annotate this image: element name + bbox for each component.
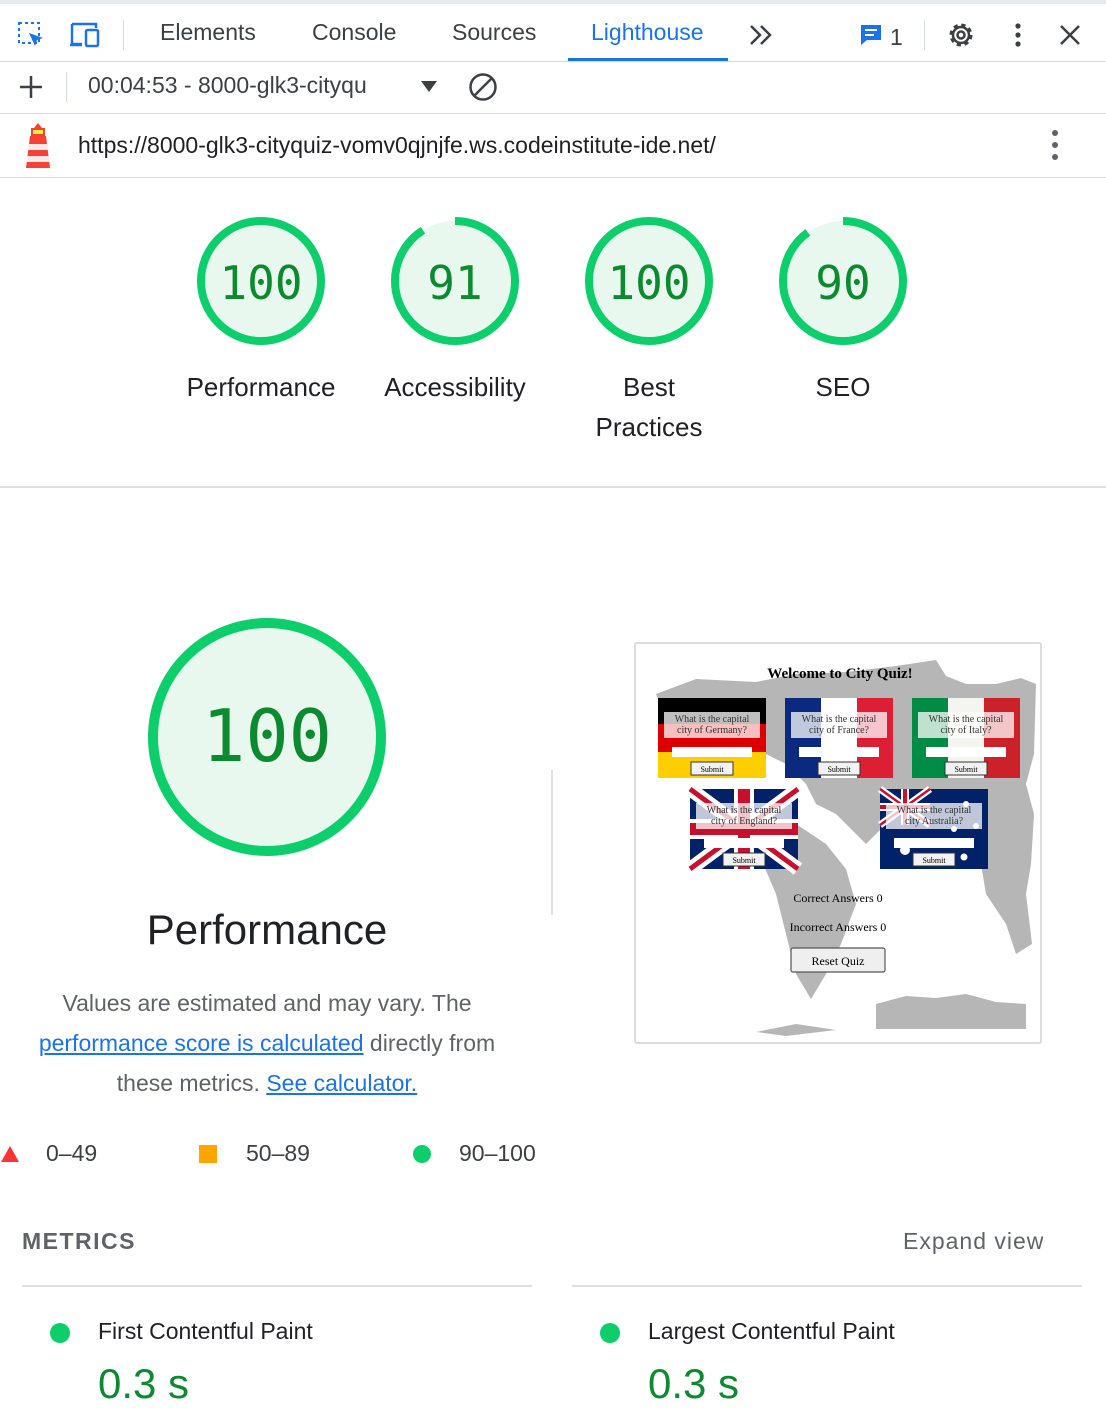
score-calculated-link[interactable]: performance score is calculated bbox=[39, 1030, 364, 1056]
circle-pass-icon bbox=[413, 1145, 431, 1163]
svg-text:What is the capital: What is the capital bbox=[675, 714, 750, 725]
metrics-heading: METRICS bbox=[22, 1228, 136, 1254]
score-gauge-accessibility[interactable]: 91 Accessibility bbox=[355, 215, 555, 407]
gauge-arc-icon: 91 bbox=[391, 217, 519, 345]
expand-view-toggle[interactable]: Expand view bbox=[903, 1228, 1044, 1255]
pass-circle-icon bbox=[50, 1323, 70, 1343]
svg-text:city of England?: city of England? bbox=[711, 816, 778, 827]
pass-circle-icon bbox=[600, 1323, 620, 1343]
final-screenshot[interactable]: Welcome to City Quiz! What is the capita… bbox=[634, 642, 1042, 1044]
device-toolbar-icon[interactable] bbox=[68, 18, 102, 52]
score-gauge-seo[interactable]: 90 SEO bbox=[743, 215, 943, 407]
report-select[interactable]: 00:04:53 - 8000-glk3-cityqu bbox=[88, 72, 410, 99]
new-report-plus-icon[interactable] bbox=[14, 70, 48, 104]
performance-description: Values are estimated and may vary. The p… bbox=[10, 983, 524, 1103]
svg-text:Submit: Submit bbox=[700, 765, 724, 774]
fcp-label: First Contentful Paint bbox=[98, 1318, 313, 1344]
quiz-card-england: What is the capital city of England? Sub… bbox=[685, 783, 803, 875]
gauge-label: Accessibility bbox=[384, 372, 526, 402]
gauge-score: 100 bbox=[607, 256, 690, 310]
svg-text:What is the capital: What is the capital bbox=[897, 805, 972, 816]
svg-text:Submit: Submit bbox=[732, 856, 756, 865]
svg-text:What is the capital: What is the capital bbox=[929, 714, 1004, 725]
correct-answers: Correct Answers 0 bbox=[793, 891, 882, 905]
toolbar-separator bbox=[924, 20, 925, 50]
gauge-arc-icon: 100 bbox=[148, 618, 386, 856]
inspect-element-icon[interactable] bbox=[14, 18, 48, 52]
fcp-value: 0.3 s bbox=[98, 1360, 190, 1407]
quiz-card-italy: What is the capital city of Italy? Submi… bbox=[912, 698, 1020, 778]
quiz-card-france: What is the capital city of France? Subm… bbox=[785, 698, 893, 778]
svg-text:Submit: Submit bbox=[922, 856, 946, 865]
gauge-arc-icon: 90 bbox=[779, 217, 907, 345]
report-url-bar: https://8000-glk3-cityquiz-vomv0qjnjfe.w… bbox=[0, 114, 1106, 178]
gauge-label: Best Practices bbox=[595, 372, 703, 442]
score-gauge-best-practices[interactable]: 100 Best Practices bbox=[549, 215, 749, 447]
svg-text:Submit: Submit bbox=[827, 765, 851, 774]
incorrect-answers: Incorrect Answers 0 bbox=[790, 920, 887, 934]
tab-lighthouse[interactable]: Lighthouse bbox=[568, 4, 728, 61]
more-tabs-icon[interactable] bbox=[744, 18, 778, 52]
quiz-title: Welcome to City Quiz! bbox=[767, 666, 912, 682]
gauge-arc-icon: 100 bbox=[197, 217, 325, 345]
gauge-score: 90 bbox=[815, 256, 870, 310]
triangle-fail-icon bbox=[1, 1146, 19, 1162]
score-gauge-performance[interactable]: 100 Performance bbox=[161, 215, 361, 407]
square-average-icon bbox=[199, 1145, 217, 1163]
gauge-label: SEO bbox=[815, 372, 871, 402]
section-divider bbox=[0, 486, 1106, 488]
lighthouse-toolbar: 00:04:53 - 8000-glk3-cityqu bbox=[0, 62, 1106, 114]
vertical-divider bbox=[551, 770, 553, 915]
toolbar-separator bbox=[66, 72, 67, 102]
metrics-divider bbox=[22, 1285, 532, 1287]
legend-fail-range: 0–49 bbox=[46, 1140, 98, 1166]
settings-gear-icon[interactable] bbox=[944, 18, 978, 52]
see-calculator-link[interactable]: See calculator. bbox=[266, 1070, 417, 1096]
svg-text:city of France?: city of France? bbox=[809, 725, 870, 736]
metrics-divider bbox=[572, 1285, 1082, 1287]
world-map-background-icon: Welcome to City Quiz! What is the capita… bbox=[656, 660, 1036, 1036]
legend-pass-range: 90–100 bbox=[459, 1140, 536, 1166]
issues-icon[interactable] bbox=[854, 18, 888, 52]
quiz-card-germany: What is the capital city of Germany? Sub… bbox=[658, 698, 766, 778]
lcp-value: 0.3 s bbox=[648, 1360, 740, 1407]
devtools-tabbar: Elements Console Sources Lighthouse 1 bbox=[0, 0, 1106, 62]
report-menu-icon[interactable] bbox=[1038, 128, 1072, 162]
gauge-score: 100 bbox=[219, 256, 302, 310]
reset-quiz-button: Reset Quiz bbox=[812, 954, 865, 968]
tab-sources[interactable]: Sources bbox=[444, 4, 544, 61]
tab-elements[interactable]: Elements bbox=[152, 4, 264, 61]
lcp-label: Largest Contentful Paint bbox=[648, 1318, 895, 1344]
description-text: Values are estimated and may vary. The bbox=[62, 990, 472, 1016]
performance-gauge-large: 100 bbox=[145, 615, 389, 864]
svg-text:city of Germany?: city of Germany? bbox=[677, 725, 748, 736]
svg-text:What is the capital: What is the capital bbox=[707, 805, 782, 816]
svg-text:What is the capital: What is the capital bbox=[802, 714, 877, 725]
clear-reports-icon[interactable] bbox=[466, 70, 500, 104]
gauge-label: Performance bbox=[186, 372, 336, 402]
close-devtools-icon[interactable] bbox=[1053, 18, 1087, 52]
legend-average-range: 50–89 bbox=[246, 1140, 310, 1166]
issues-count[interactable]: 1 bbox=[890, 24, 903, 51]
performance-title: Performance bbox=[146, 906, 388, 953]
lighthouse-logo-icon bbox=[22, 122, 54, 175]
toolbar-separator bbox=[123, 20, 124, 50]
svg-text:city of Italy?: city of Italy? bbox=[940, 725, 992, 736]
quiz-card-australia: What is the capital city Australia? Subm… bbox=[877, 786, 988, 869]
gauge-score: 91 bbox=[427, 256, 482, 310]
report-url: https://8000-glk3-cityquiz-vomv0qjnjfe.w… bbox=[78, 132, 716, 158]
more-options-icon[interactable] bbox=[1001, 18, 1035, 52]
gauge-arc-icon: 100 bbox=[585, 217, 713, 345]
svg-text:Submit: Submit bbox=[954, 765, 978, 774]
svg-text:city Australia?: city Australia? bbox=[905, 816, 964, 827]
dropdown-triangle-icon[interactable] bbox=[412, 70, 446, 104]
performance-score: 100 bbox=[202, 694, 332, 778]
tab-console[interactable]: Console bbox=[304, 4, 404, 61]
